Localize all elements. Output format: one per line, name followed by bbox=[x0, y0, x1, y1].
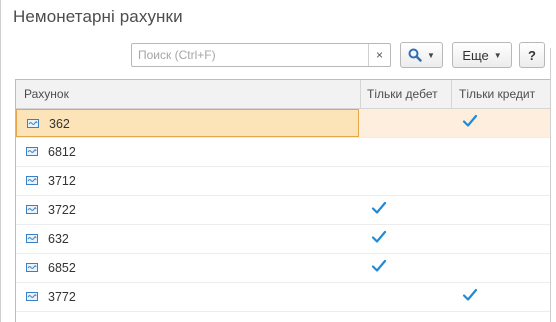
table-row[interactable]: 6852 bbox=[16, 254, 550, 283]
checkmark-icon bbox=[371, 230, 387, 243]
column-header-account[interactable]: Рахунок bbox=[16, 80, 360, 108]
account-code: 3772 bbox=[48, 290, 76, 304]
checkmark-icon bbox=[371, 201, 387, 214]
more-button[interactable]: Еще ▼ bbox=[452, 42, 512, 68]
chevron-down-icon: ▼ bbox=[493, 50, 502, 60]
account-icon bbox=[26, 263, 38, 272]
search-field[interactable]: × bbox=[131, 43, 391, 67]
column-header-credit-only[interactable]: Тільки кредит bbox=[451, 80, 550, 108]
more-button-label: Еще bbox=[462, 47, 489, 63]
table-row[interactable]: 6812 bbox=[16, 138, 550, 167]
account-cell[interactable]: 362 bbox=[16, 109, 359, 137]
help-button-label: ? bbox=[528, 47, 536, 63]
table-row[interactable]: 3772 bbox=[16, 283, 550, 312]
account-code: 362 bbox=[49, 117, 70, 131]
account-icon bbox=[26, 205, 38, 214]
account-cell[interactable]: 3722 bbox=[16, 196, 359, 224]
account-icon bbox=[26, 292, 38, 301]
account-code: 3722 bbox=[48, 203, 76, 217]
help-button[interactable]: ? bbox=[519, 42, 545, 68]
search-options-button[interactable]: ▼ bbox=[400, 42, 443, 68]
chevron-down-icon: ▼ bbox=[427, 50, 435, 60]
page-title: Немонетарні рахунки bbox=[13, 7, 183, 26]
account-cell[interactable]: 6852 bbox=[16, 254, 359, 282]
panel-border bbox=[0, 0, 1, 322]
account-code: 3712 bbox=[48, 174, 76, 188]
account-icon bbox=[26, 176, 38, 185]
table-row[interactable]: 3722 bbox=[16, 196, 550, 225]
magnifier-icon bbox=[408, 48, 422, 62]
table-row[interactable]: 362 bbox=[16, 109, 550, 138]
checkmark-icon bbox=[371, 259, 387, 272]
table-header: Рахунок Тільки дебет Тільки кредит bbox=[16, 80, 550, 109]
account-cell[interactable]: 632 bbox=[16, 225, 359, 253]
search-input[interactable] bbox=[132, 44, 368, 66]
account-cell[interactable]: 3772 bbox=[16, 283, 359, 311]
account-icon bbox=[26, 147, 38, 156]
account-icon bbox=[26, 234, 38, 243]
account-code: 632 bbox=[48, 232, 69, 246]
clear-search-button[interactable]: × bbox=[368, 44, 390, 66]
panel-border-right bbox=[550, 48, 551, 322]
close-icon: × bbox=[375, 48, 383, 62]
account-code: 6812 bbox=[48, 145, 76, 159]
column-header-debit-only[interactable]: Тільки дебет bbox=[360, 80, 451, 108]
checkmark-icon bbox=[462, 288, 478, 301]
account-cell[interactable]: 3712 bbox=[16, 167, 359, 195]
account-icon bbox=[27, 119, 39, 128]
account-cell[interactable]: 6812 bbox=[16, 138, 359, 166]
account-code: 6852 bbox=[48, 261, 76, 275]
table-row[interactable]: 3712 bbox=[16, 167, 550, 196]
checkmark-icon bbox=[462, 114, 478, 127]
accounts-table: Рахунок Тільки дебет Тільки кредит 362 68… bbox=[15, 79, 550, 322]
table-row[interactable]: 632 bbox=[16, 225, 550, 254]
